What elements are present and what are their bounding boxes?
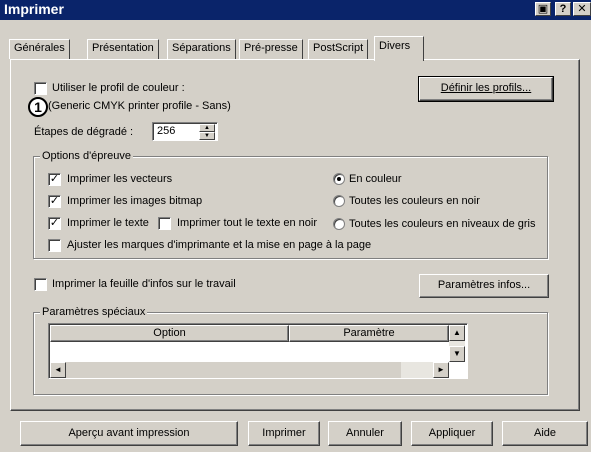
print-vectors-checkbox[interactable]: ✓	[48, 173, 61, 186]
column-header-option[interactable]: Option	[50, 325, 289, 342]
help-footer-label: Aide	[533, 427, 557, 439]
print-text-black-label: Imprimer tout le texte en noir	[177, 217, 318, 229]
define-profiles-label: Définir les profils...	[440, 82, 532, 94]
tab-divers[interactable]: Divers	[374, 36, 424, 61]
window-title: Imprimer	[4, 1, 64, 17]
grayscale-radio[interactable]	[333, 218, 345, 230]
tab-label: PostScript	[313, 42, 364, 54]
print-text-black-checkbox[interactable]	[158, 217, 171, 230]
column-header-parametre-label: Paramètre	[343, 327, 395, 339]
tab-label: Générales	[14, 42, 65, 54]
tab-label: Divers	[379, 40, 411, 52]
color-radio[interactable]	[333, 173, 345, 185]
apply-button[interactable]: Appliquer	[411, 421, 493, 446]
help-button[interactable]: ?	[555, 2, 571, 16]
grayscale-radio-label: Toutes les couleurs en niveaux de gris	[349, 218, 536, 230]
proof-options-title: Options d'épreuve	[40, 150, 133, 162]
job-info-settings-button[interactable]: Paramètres infos...	[419, 274, 549, 298]
define-profiles-button[interactable]: Définir les profils...	[418, 76, 554, 102]
close-button[interactable]: ✕	[573, 2, 591, 16]
job-info-checkbox[interactable]	[34, 278, 47, 291]
color-profile-name: (Generic CMYK printer profile - Sans)	[48, 100, 231, 112]
use-color-profile-label: Utiliser le profil de couleur :	[52, 82, 185, 94]
job-info-settings-label: Paramètres infos...	[437, 279, 531, 291]
scroll-down-button[interactable]: ▼	[449, 346, 465, 362]
print-dialog: Imprimer ▣ ? ✕ Générales Présentation Sé…	[0, 0, 591, 452]
all-black-radio[interactable]	[333, 195, 345, 207]
cancel-label: Annuler	[346, 427, 384, 439]
print-bitmaps-checkbox[interactable]: ✓	[48, 195, 61, 208]
callout-badge: 1	[28, 97, 48, 117]
color-radio-label: En couleur	[349, 173, 402, 185]
special-params-title: Paramètres spéciaux	[40, 306, 148, 318]
column-header-parametre[interactable]: Paramètre	[289, 325, 449, 342]
tab-generales[interactable]: Générales	[9, 39, 70, 59]
apply-label: Appliquer	[428, 427, 476, 439]
print-text-checkbox[interactable]: ✓	[48, 217, 61, 230]
tab-separations[interactable]: Séparations	[167, 39, 236, 59]
column-header-option-label: Option	[153, 327, 186, 339]
tab-label: Pré-presse	[244, 42, 298, 54]
use-color-profile-checkbox[interactable]	[34, 82, 47, 95]
special-params-table[interactable]: Option Paramètre ▲ ▼ ◄ ►	[48, 323, 468, 379]
gradient-steps-value: 256	[157, 125, 176, 137]
print-label: Imprimer	[262, 427, 306, 439]
job-info-label: Imprimer la feuille d'infos sur le trava…	[52, 278, 236, 290]
tab-prepresse[interactable]: Pré-presse	[239, 39, 303, 59]
gradient-steps-field[interactable]: 256 ▲ ▼	[152, 122, 218, 141]
extra-window-button[interactable]: ▣	[535, 2, 551, 16]
scroll-right-button[interactable]: ►	[433, 362, 449, 378]
question-icon: ?	[559, 3, 567, 15]
gradient-steps-label: Étapes de dégradé :	[34, 126, 134, 138]
help-footer-button[interactable]: Aide	[502, 421, 588, 446]
horizontal-scroll-track[interactable]	[401, 362, 433, 378]
print-bitmaps-label: Imprimer les images bitmap	[67, 195, 203, 207]
tab-label: Séparations	[172, 42, 231, 54]
print-text-label: Imprimer le texte	[67, 217, 149, 229]
fit-marks-label: Ajuster les marques d'imprimante et la m…	[67, 239, 372, 251]
tab-label: Présentation	[92, 42, 154, 54]
print-preview-button[interactable]: Aperçu avant impression	[20, 421, 238, 446]
cancel-button[interactable]: Annuler	[328, 421, 402, 446]
horizontal-scroll-thumb[interactable]	[66, 362, 401, 378]
title-bar[interactable]: Imprimer ▣ ? ✕	[0, 0, 591, 20]
print-vectors-label: Imprimer les vecteurs	[67, 173, 173, 185]
fit-marks-checkbox[interactable]	[48, 239, 61, 252]
print-button[interactable]: Imprimer	[248, 421, 320, 446]
window-frame-icon: ▣	[537, 3, 549, 15]
all-black-radio-label: Toutes les couleurs en noir	[349, 195, 480, 207]
tab-presentation[interactable]: Présentation	[87, 39, 159, 59]
print-preview-label: Aperçu avant impression	[68, 427, 190, 439]
tab-postscript[interactable]: PostScript	[308, 39, 369, 59]
stepper-up-button[interactable]: ▲	[199, 124, 215, 132]
scroll-up-button[interactable]: ▲	[449, 325, 465, 341]
close-icon: ✕	[577, 3, 587, 15]
callout-number: 1	[34, 99, 42, 115]
scroll-left-button[interactable]: ◄	[50, 362, 66, 378]
stepper-down-button[interactable]: ▼	[199, 132, 215, 140]
